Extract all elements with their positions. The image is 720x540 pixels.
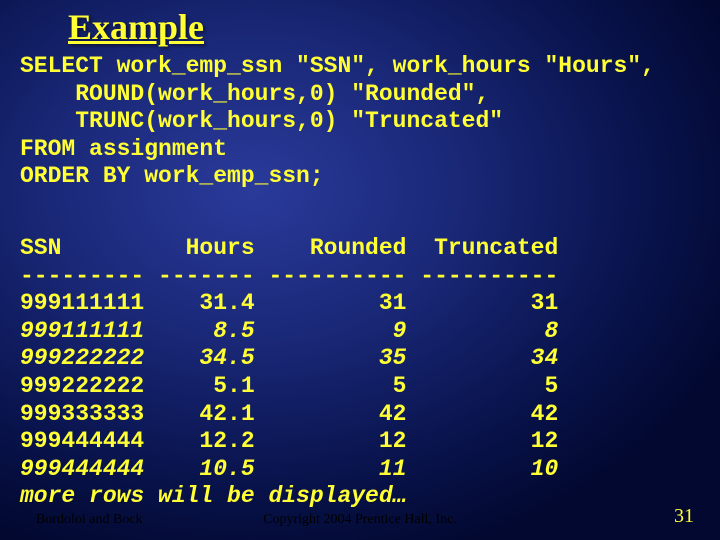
table-header: SSN Hours Rounded Truncated bbox=[20, 235, 558, 261]
table-divider: --------- ------- ---------- ---------- bbox=[20, 263, 558, 289]
table-row: 999222222 5.1 5 5 bbox=[20, 373, 558, 399]
table-row: 999222222 34.5 35 34 bbox=[20, 345, 558, 371]
slide-title: Example bbox=[68, 6, 204, 48]
table-row: 999444444 12.2 12 12 bbox=[20, 428, 558, 454]
footer-copyright: Copyright 2004 Prentice Hall, Inc. bbox=[0, 512, 720, 528]
table-more: more rows will be displayed… bbox=[20, 483, 406, 509]
sql-code-block: SELECT work_emp_ssn "SSN", work_hours "H… bbox=[20, 53, 720, 191]
result-table: SSN Hours Rounded Truncated --------- --… bbox=[20, 235, 558, 511]
table-row: 999111111 31.4 31 31 bbox=[20, 290, 558, 316]
sql-line-5: ORDER BY work_emp_ssn; bbox=[20, 163, 324, 189]
sql-line-4: FROM assignment bbox=[20, 136, 227, 162]
sql-line-1: SELECT work_emp_ssn "SSN", work_hours "H… bbox=[20, 53, 655, 79]
sql-line-3: TRUNC(work_hours,0) "Truncated" bbox=[20, 108, 503, 134]
table-row: 999333333 42.1 42 42 bbox=[20, 401, 558, 427]
table-row: 999111111 8.5 9 8 bbox=[20, 318, 558, 344]
table-row: 999444444 10.5 11 10 bbox=[20, 456, 558, 482]
sql-line-2: ROUND(work_hours,0) "Rounded", bbox=[20, 81, 489, 107]
slide-number: 31 bbox=[674, 505, 694, 528]
